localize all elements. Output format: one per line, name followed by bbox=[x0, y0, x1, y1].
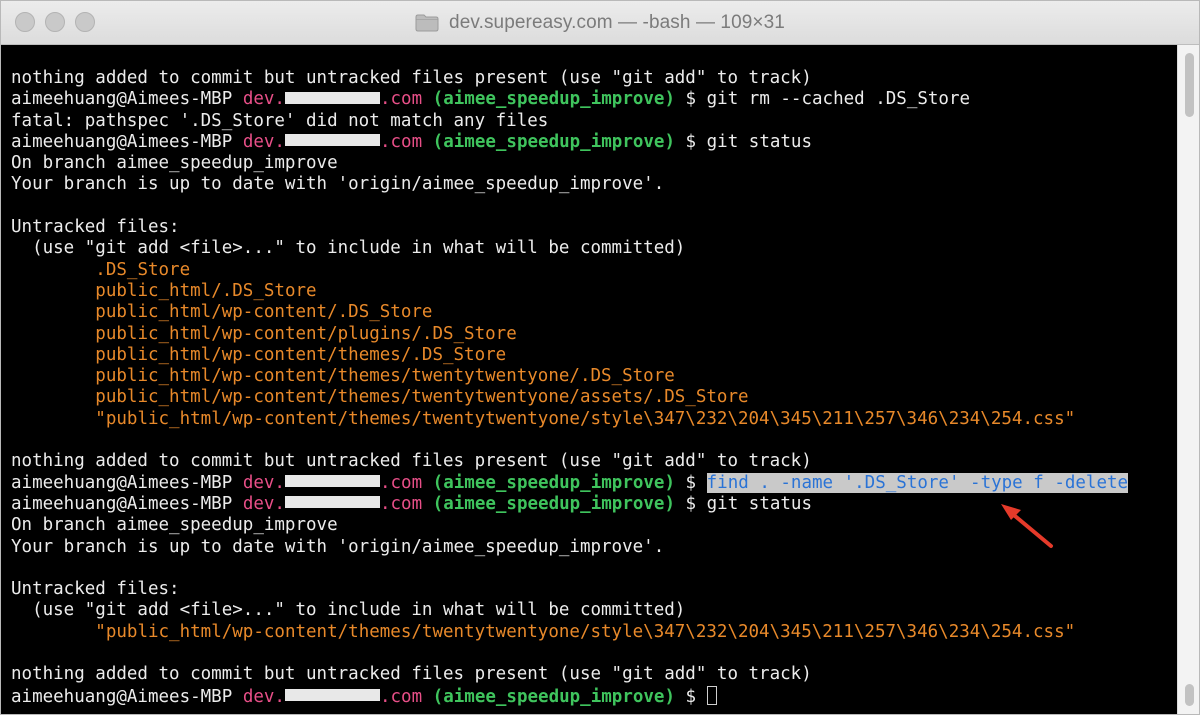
redaction-bar bbox=[284, 496, 380, 509]
title-bar[interactable]: dev.supereasy.com — -bash — 109×31 bbox=[1, 1, 1199, 45]
output-line: Your branch is up to date with 'origin/a… bbox=[11, 174, 665, 195]
prompt-symbol: $ bbox=[685, 89, 697, 110]
output-line: fatal: pathspec '.DS_Store' did not matc… bbox=[11, 110, 549, 131]
untracked-file-line: public_html/wp-content/themes/.DS_Store bbox=[11, 345, 1177, 366]
untracked-file-line: "public_html/wp-content/themes/twentytwe… bbox=[11, 409, 1177, 430]
prompt-branch: (aimee_speedup_improve) bbox=[432, 493, 675, 514]
prompt-branch: (aimee_speedup_improve) bbox=[432, 89, 675, 110]
untracked-file: public_html/.DS_Store bbox=[95, 280, 317, 301]
prompt-dir: dev. .com bbox=[242, 131, 423, 152]
command-text: git rm --cached .DS_Store bbox=[706, 89, 971, 110]
untracked-file: public_html/wp-content/plugins/.DS_Store bbox=[95, 323, 517, 344]
output-line: (use "git add <file>..." to include in w… bbox=[11, 600, 686, 621]
untracked-file: public_html/wp-content/themes/.DS_Store bbox=[95, 344, 507, 365]
untracked-file-line: "public_html/wp-content/themes/twentytwe… bbox=[11, 622, 1177, 643]
redaction-bar bbox=[284, 91, 380, 104]
output-line: nothing added to commit but untracked fi… bbox=[11, 664, 812, 685]
prompt-line[interactable]: aimeehuang@Aimees-MBP dev. .com (aimee_sp… bbox=[11, 685, 1177, 707]
untracked-file-line: public_html/wp-content/themes/twentytwen… bbox=[11, 387, 1177, 408]
selected-command-text[interactable]: find . -name '.DS_Store' -type f -delete bbox=[706, 472, 1129, 493]
prompt-user-host: aimeehuang@Aimees-MBP bbox=[11, 686, 233, 707]
untracked-file: public_html/wp-content/.DS_Store bbox=[95, 302, 433, 323]
redaction-bar bbox=[284, 475, 380, 488]
scrollbar-thumb-bottom[interactable] bbox=[1185, 684, 1194, 706]
prompt-line: aimeehuang@Aimees-MBP dev. .com (aimee_sp… bbox=[11, 472, 1177, 494]
prompt-branch: (aimee_speedup_improve) bbox=[432, 131, 675, 152]
untracked-file-line: public_html/.DS_Store bbox=[11, 281, 1177, 302]
untracked-file: public_html/wp-content/themes/twentytwen… bbox=[95, 387, 749, 408]
output-line: Untracked files: bbox=[11, 217, 180, 238]
untracked-file-line: .DS_Store bbox=[11, 260, 1177, 281]
prompt-user-host: aimeehuang@Aimees-MBP bbox=[11, 131, 233, 152]
terminal-window: dev.supereasy.com — -bash — 109×31 nothi… bbox=[0, 0, 1200, 715]
prompt-dir: dev. .com bbox=[242, 89, 423, 110]
output-line: Untracked files: bbox=[11, 579, 180, 600]
redaction-bar bbox=[284, 134, 380, 147]
output-line: nothing added to commit but untracked fi… bbox=[11, 68, 812, 88]
prompt-branch: (aimee_speedup_improve) bbox=[432, 686, 675, 707]
untracked-file: "public_html/wp-content/themes/twentytwe… bbox=[95, 408, 1076, 429]
untracked-file-line: public_html/wp-content/themes/twentytwen… bbox=[11, 366, 1177, 387]
prompt-symbol: $ bbox=[685, 131, 697, 152]
prompt-dir: dev. .com bbox=[242, 686, 423, 707]
output-line: On branch aimee_speedup_improve bbox=[11, 153, 338, 174]
output-line: nothing added to commit but untracked fi… bbox=[11, 451, 812, 472]
prompt-symbol: $ bbox=[685, 686, 697, 707]
prompt-user-host: aimeehuang@Aimees-MBP bbox=[11, 472, 233, 493]
prompt-dir: dev. .com bbox=[242, 472, 423, 493]
redaction-bar bbox=[284, 689, 380, 702]
window-title: dev.supereasy.com — -bash — 109×31 bbox=[449, 12, 785, 33]
text-cursor[interactable] bbox=[706, 685, 717, 705]
command-text: git status bbox=[706, 493, 812, 514]
prompt-user-host: aimeehuang@Aimees-MBP bbox=[11, 89, 233, 110]
terminal-output[interactable]: nothing added to commit but untracked fi… bbox=[1, 45, 1177, 714]
prompt-branch: (aimee_speedup_improve) bbox=[432, 472, 675, 493]
window-title-area: dev.supereasy.com — -bash — 109×31 bbox=[1, 1, 1199, 45]
prompt-symbol: $ bbox=[685, 472, 697, 493]
vertical-scrollbar[interactable] bbox=[1177, 45, 1199, 714]
prompt-user-host: aimeehuang@Aimees-MBP bbox=[11, 493, 233, 514]
command-text: git status bbox=[706, 131, 812, 152]
prompt-dir: dev. .com bbox=[242, 493, 423, 514]
scrollbar-thumb[interactable] bbox=[1185, 53, 1194, 117]
output-line: (use "git add <file>..." to include in w… bbox=[11, 238, 686, 259]
prompt-line: aimeehuang@Aimees-MBP dev. .com (aimee_sp… bbox=[11, 132, 1177, 153]
untracked-file: "public_html/wp-content/themes/twentytwe… bbox=[95, 621, 1076, 642]
untracked-file-line: public_html/wp-content/.DS_Store bbox=[11, 302, 1177, 323]
prompt-symbol: $ bbox=[685, 493, 697, 514]
prompt-line: aimeehuang@Aimees-MBP dev. .com (aimee_sp… bbox=[11, 89, 1177, 110]
folder-icon bbox=[415, 14, 439, 32]
arrow-icon bbox=[1001, 504, 1053, 548]
untracked-file-line: public_html/wp-content/plugins/.DS_Store bbox=[11, 324, 1177, 345]
untracked-file: .DS_Store bbox=[95, 259, 191, 280]
untracked-file: public_html/wp-content/themes/twentytwen… bbox=[95, 366, 675, 387]
